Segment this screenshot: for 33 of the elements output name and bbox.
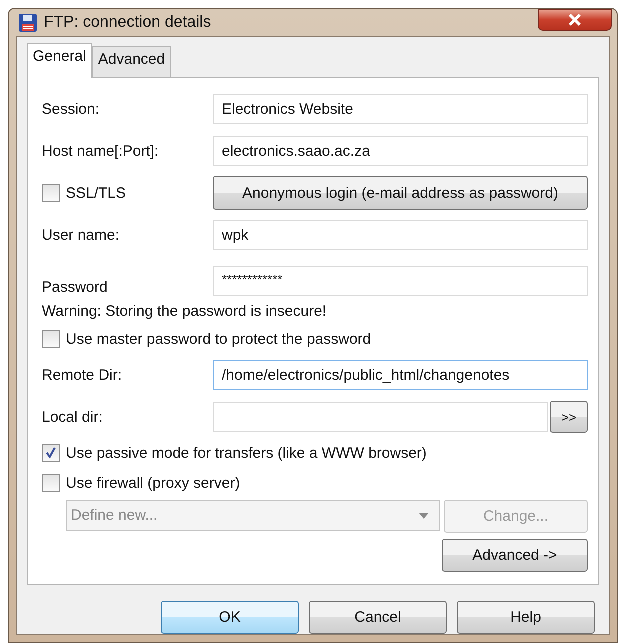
close-button[interactable] <box>538 9 612 31</box>
checkbox-label: Use passive mode for transfers (like a WWW browser) <box>66 444 427 462</box>
tab[interactable]: Advanced <box>92 46 172 77</box>
username-field[interactable]: wpk <box>213 220 588 250</box>
local-dir-field[interactable] <box>213 402 548 432</box>
checkbox[interactable] <box>42 330 60 348</box>
checkbox[interactable] <box>42 474 60 492</box>
dialog-button[interactable]: OK <box>161 601 299 634</box>
field-label: Remote Dir: <box>42 366 124 384</box>
host-field[interactable]: electronics.saao.ac.za <box>213 136 588 166</box>
dropdown-arrow-icon <box>419 512 429 518</box>
close-icon <box>568 13 582 27</box>
browse-button[interactable]: >> <box>550 401 588 433</box>
field-label: Host name[:Port]: <box>42 142 160 160</box>
checkbox[interactable] <box>42 444 60 462</box>
password-field[interactable]: ************ <box>213 266 588 296</box>
checkbox-label: SSL/TLS <box>66 184 126 202</box>
session-field[interactable]: Electronics Website <box>213 94 588 124</box>
dialog-button[interactable]: Cancel <box>309 601 447 634</box>
window-title: FTP: connection details <box>44 14 212 32</box>
remote-dir-field[interactable]: /home/electronics/public_html/changenotes <box>213 360 588 390</box>
anonymous-login-button[interactable]: Anonymous login (e-mail address as password) <box>213 176 588 210</box>
dialog-button[interactable]: Help <box>457 601 595 634</box>
field-label: Session: <box>42 100 101 118</box>
warning-text: Warning: Storing the password is insecure! <box>42 302 328 322</box>
field-label: Local dir: <box>42 408 104 426</box>
tab[interactable]: General <box>27 43 92 78</box>
checkbox-label: Use master password to protect the password <box>66 330 372 348</box>
field-label: User name: <box>42 226 121 244</box>
checkbox-label: Use firewall (proxy server) <box>66 474 240 492</box>
field-label: Password <box>42 279 109 296</box>
advanced-button[interactable]: Advanced -> <box>442 539 588 572</box>
checkbox[interactable] <box>42 184 60 202</box>
